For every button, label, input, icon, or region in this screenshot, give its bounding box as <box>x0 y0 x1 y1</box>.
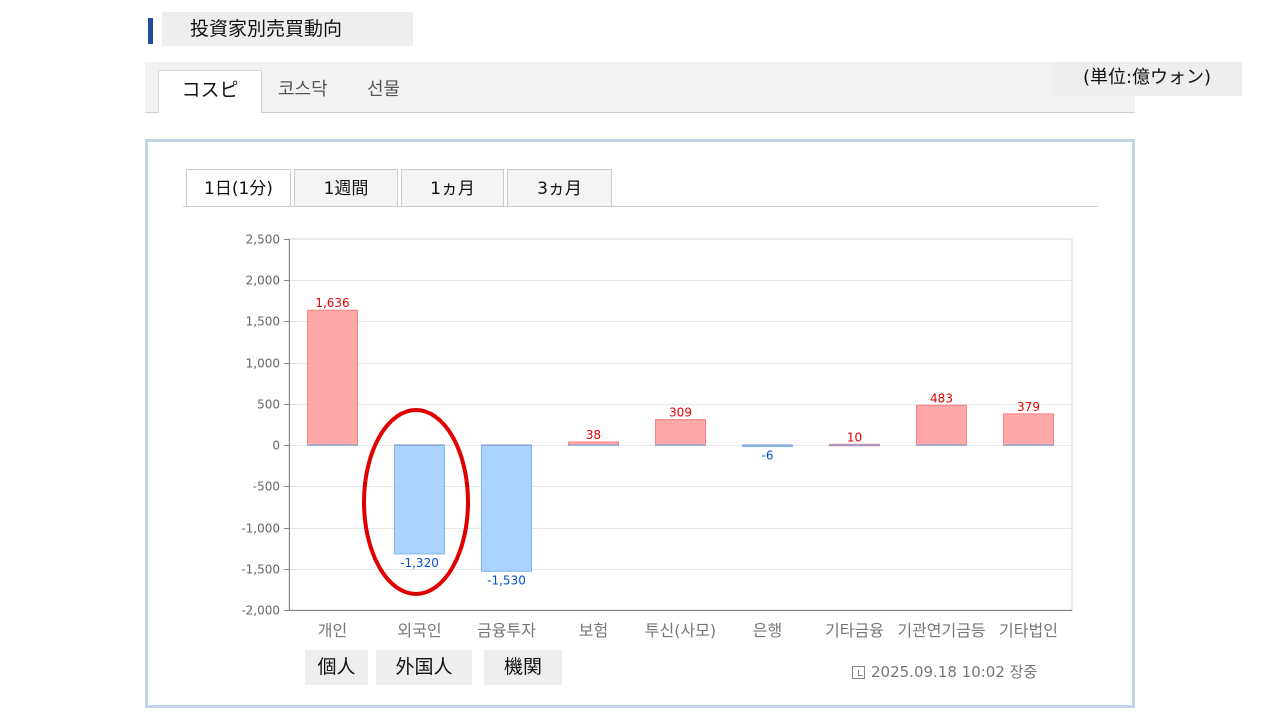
x-tick-label: 기타법인 <box>999 621 1058 640</box>
bar-기타법인 <box>1003 413 1054 446</box>
data-label: 38 <box>586 428 601 442</box>
timestamp-text: 2025.09.18 10:02 장중 <box>871 663 1038 681</box>
y-tick-label: -1,500 <box>241 563 280 577</box>
y-tick-label: 1,000 <box>246 357 280 371</box>
y-tick-label: 0 <box>272 439 280 453</box>
data-label: 10 <box>847 430 862 444</box>
data-label: 483 <box>930 391 953 405</box>
label-institution-ja: 機関 <box>484 650 562 685</box>
clock-calendar-icon <box>852 666 865 679</box>
y-tick-label: 2,500 <box>246 233 280 247</box>
x-tick-label: 개인 <box>318 621 347 640</box>
bar-투신(사모) <box>655 419 706 446</box>
investor-bar-chart: 1,636 -1,320 -1,530 38 309 -6 10 483 379 2,500 2,… <box>241 233 1073 640</box>
y-tick-label: 2,000 <box>246 274 280 288</box>
y-tick-label: 500 <box>257 398 280 412</box>
x-tick-label: 외국인 <box>397 621 441 640</box>
x-tick-label: 은행 <box>753 621 782 640</box>
bar-외국인 <box>394 444 445 555</box>
bar-금융투자 <box>481 444 532 572</box>
data-label: 309 <box>669 406 692 420</box>
y-tick-label: -2,000 <box>241 604 280 618</box>
y-tick-label: 1,500 <box>246 315 280 329</box>
x-tick-label: 투신(사모) <box>645 621 716 640</box>
x-tick-label: 기타금융 <box>825 621 884 640</box>
bar-개인 <box>307 309 358 446</box>
label-individual-ja: 個人 <box>305 650 368 685</box>
data-label: 1,636 <box>315 296 349 310</box>
data-label: -6 <box>762 449 774 463</box>
x-tick-label: 금융투자 <box>477 621 536 640</box>
timestamp: 2025.09.18 10:02 장중 <box>852 661 1037 682</box>
bar-기관연기금등 <box>916 404 967 446</box>
data-label: -1,320 <box>400 556 439 570</box>
x-tick-label: 보험 <box>579 621 608 640</box>
x-tick-label: 기관연기금등 <box>897 621 985 640</box>
y-tick-label: -1,000 <box>241 522 280 536</box>
data-label: -1,530 <box>487 573 526 587</box>
y-tick-label: -500 <box>253 480 280 494</box>
data-label: 379 <box>1017 400 1040 414</box>
label-foreigner-ja: 外国人 <box>376 650 472 685</box>
